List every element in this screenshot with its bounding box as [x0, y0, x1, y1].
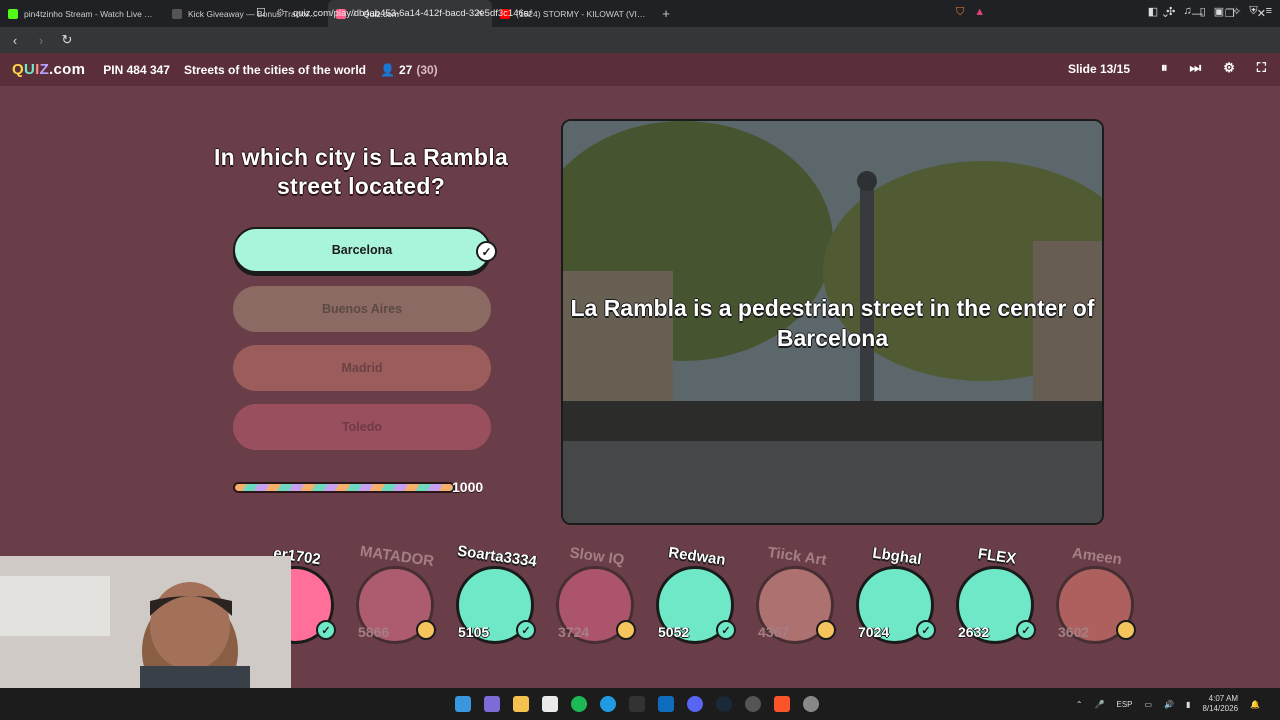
quiz-title: Streets of the cities of the world	[183, 62, 367, 77]
notification-icon[interactable]: 🔔	[1250, 700, 1260, 709]
windows-taskbar: ⌃ 🎤 ESP ▭ 🔊 ▮ 4:07 AM 8/14/2026 🔔	[0, 688, 1280, 720]
player-avatar[interactable]: Tiick Art 4367	[752, 544, 842, 648]
pause-icon[interactable]: ⏸	[1161, 60, 1168, 76]
media-icon[interactable]: ♫	[1183, 5, 1191, 18]
system-tray: ⌃ 🎤 ESP ▭ 🔊 ▮ 4:07 AM 8/14/2026 🔔	[1076, 694, 1260, 714]
tab-favicon-icon	[172, 8, 182, 19]
brave-icon[interactable]	[774, 696, 790, 712]
streamer-webcam-image	[0, 556, 291, 688]
quiz-header: QUIZ.com PIN 484 347 Streets of the citi…	[0, 53, 1280, 86]
answered-check-icon: ✓	[316, 620, 336, 640]
url-text: quiz.com/play/db4ab453-6a14-412f-bacd-32…	[292, 7, 532, 19]
spotify-icon[interactable]	[571, 696, 587, 712]
skip-icon[interactable]: ⏭	[1190, 60, 1202, 76]
pending-dot-icon	[1116, 620, 1136, 640]
reload-icon[interactable]: ↻	[60, 32, 74, 48]
person-icon: 👤	[380, 62, 395, 77]
player-avatar[interactable]: Soarta3334 5105 ✓	[452, 543, 542, 648]
player-score: 5866	[358, 624, 390, 640]
forward-icon[interactable]: ›	[34, 33, 48, 48]
pending-dot-icon	[616, 620, 636, 640]
browser-extensions: ⛉ ▲	[956, 6, 985, 19]
answer-option[interactable]: Toledo	[233, 404, 491, 450]
windows-start-icon[interactable]	[455, 696, 471, 712]
game-pin: PIN 484 347	[103, 62, 170, 77]
slide-counter: Slide 13/15	[1067, 62, 1130, 76]
answer-explanation: La Rambla is a pedestrian street in the …	[570, 295, 1095, 351]
player-score: 4367	[758, 624, 790, 640]
menu-icon[interactable]: ≡	[1266, 5, 1272, 18]
clock[interactable]: 4:07 AM 8/14/2026	[1202, 694, 1238, 714]
player-avatar[interactable]: Ameen 3602	[1052, 545, 1142, 648]
player-score: 2632	[958, 624, 990, 640]
player-score: 5052	[658, 624, 690, 640]
network-icon[interactable]: ▭	[1145, 700, 1153, 709]
edge-icon[interactable]	[600, 696, 616, 712]
pending-dot-icon	[816, 620, 836, 640]
outlook-icon[interactable]	[658, 696, 674, 712]
browser-tab[interactable]: pin4tzinho Stream - Watch Live on Ki	[0, 0, 164, 27]
player-score: 3602	[1058, 624, 1090, 640]
checkmark-icon: ✓	[476, 241, 497, 262]
player-score: 5105	[458, 624, 490, 640]
browser-tools: ◧ ✣ ♫ ▯ ▣ ✧ ⛨ ≡	[1148, 5, 1272, 18]
volume-icon[interactable]: 🔊	[1164, 700, 1174, 709]
discord-icon[interactable]	[687, 696, 703, 712]
url-field[interactable]: ⚙ quiz.com/play/db4ab453-6a14-412f-bacd-…	[276, 4, 946, 22]
player-score: 7024	[858, 624, 890, 640]
store-icon[interactable]	[542, 696, 558, 712]
site-settings-icon[interactable]: ⚙	[276, 8, 285, 19]
answer-option[interactable]: Buenos Aires	[233, 286, 491, 332]
brave-shield-icon[interactable]: ⛉	[956, 6, 964, 19]
sidebar-icon[interactable]: ▯	[1200, 5, 1206, 18]
answer-option-correct[interactable]: Barcelona ✓	[233, 227, 497, 273]
player-avatar[interactable]: MATADOR 5866	[352, 543, 442, 648]
copilot-icon[interactable]	[484, 696, 500, 712]
extension-icon[interactable]: ◧	[1148, 5, 1158, 18]
tray-chevron-icon[interactable]: ⌃	[1076, 700, 1083, 709]
timer-progress-bar	[233, 482, 455, 493]
epic-games-icon[interactable]	[629, 696, 645, 712]
bookmark-icon[interactable]: ☐	[256, 6, 266, 19]
taskbar-apps	[455, 696, 819, 712]
answered-check-icon: ✓	[516, 620, 536, 640]
fullscreen-icon[interactable]: ⛶	[1257, 60, 1266, 76]
player-score: 3724	[558, 624, 590, 640]
player-avatar[interactable]: Lbghal 7024 ✓	[852, 545, 942, 648]
steam-icon[interactable]	[716, 696, 732, 712]
quiz-logo[interactable]: QUIZ.com	[12, 61, 85, 78]
back-icon[interactable]: ‹	[8, 33, 22, 48]
vpn-icon[interactable]: ⛨	[1249, 5, 1257, 18]
brave-rewards-icon[interactable]: ▲	[974, 6, 985, 19]
player-avatar[interactable]: Redwan 5052 ✓	[652, 544, 742, 648]
file-explorer-icon[interactable]	[513, 696, 529, 712]
answered-check-icon: ✓	[916, 620, 936, 640]
settings-gear-icon[interactable]: ⚙	[1223, 60, 1235, 76]
microphone-icon[interactable]: 🎤	[1095, 700, 1105, 709]
question-image: La Rambla is a pedestrian street in the …	[561, 119, 1104, 525]
kick-favicon-icon	[8, 8, 18, 19]
player-avatar[interactable]: FLEX 2632 ✓	[952, 545, 1042, 648]
address-toolbar: ‹ › ↻	[0, 27, 1280, 53]
pending-dot-icon	[416, 620, 436, 640]
host-controls: ⏸ ⏭ ⚙ ⛶	[1161, 60, 1266, 76]
player-avatar[interactable]: Slow IQ 3724	[552, 544, 642, 648]
player-count: 👤 27 (30)	[380, 62, 438, 77]
webcam-overlay	[0, 556, 291, 688]
obs-icon[interactable]	[745, 696, 761, 712]
settings-icon[interactable]	[803, 696, 819, 712]
player-avatars: er1702 99 ✓ MATADOR 5866 Soarta3334 5105…	[160, 543, 1160, 648]
wallet-icon[interactable]: ▣	[1214, 5, 1224, 18]
leo-icon[interactable]: ✧	[1232, 5, 1241, 18]
language-indicator[interactable]: ESP	[1116, 700, 1132, 709]
answered-check-icon: ✓	[1016, 620, 1036, 640]
tab-title: pin4tzinho Stream - Watch Live on Ki	[24, 8, 156, 19]
answer-option[interactable]: Madrid	[233, 345, 491, 391]
answered-check-icon: ✓	[716, 620, 736, 640]
question-text: In which city is La Rambla street locate…	[213, 144, 509, 199]
points-value: 1000	[452, 479, 484, 495]
puzzle-icon[interactable]: ✣	[1166, 5, 1175, 18]
battery-icon[interactable]: ▮	[1186, 700, 1190, 709]
